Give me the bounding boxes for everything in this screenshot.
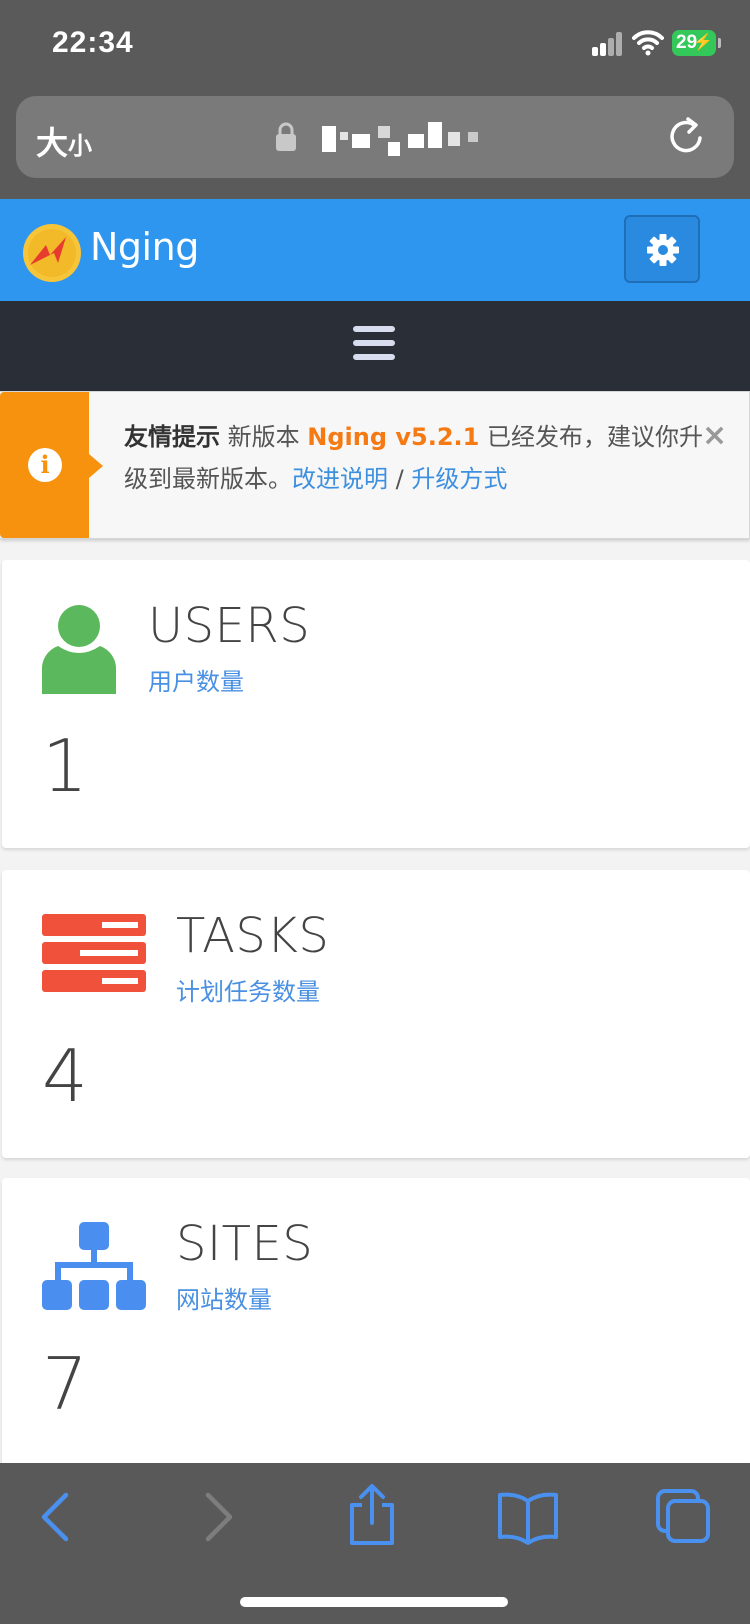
home-indicator[interactable] xyxy=(240,1597,508,1607)
browser-top-chrome: 22:34 29 ⚡ 大小 xyxy=(0,0,750,199)
app-brand[interactable]: Nging xyxy=(90,225,199,269)
battery-indicator: 29 ⚡ xyxy=(672,30,716,56)
bookmarks-icon[interactable] xyxy=(496,1487,560,1547)
charging-bolt-icon: ⚡ xyxy=(693,34,713,51)
alert-title: 友情提示 xyxy=(124,423,220,451)
cellular-signal-icon xyxy=(592,32,624,56)
alert-icon-box: i xyxy=(0,392,103,538)
text-size-button[interactable]: 大小 xyxy=(36,118,92,164)
status-time: 22:34 xyxy=(52,26,134,59)
user-icon xyxy=(42,605,116,694)
alert-text-1: 新版本 xyxy=(220,423,308,451)
nav-bar xyxy=(0,301,750,391)
nging-logo-icon[interactable] xyxy=(22,223,82,283)
stat-card-users[interactable]: USERS 用户数量 1 xyxy=(2,560,750,848)
stat-card-sites[interactable]: SITES 网站数量 7 xyxy=(2,1178,750,1466)
stat-card-tasks[interactable]: TASKS 计划任务数量 4 xyxy=(2,870,750,1158)
hamburger-menu-icon[interactable] xyxy=(353,326,395,364)
browser-toolbar xyxy=(0,1463,750,1624)
app-header: Nging xyxy=(0,199,750,301)
users-title: USERS xyxy=(148,598,311,654)
users-count: 1 xyxy=(42,724,88,808)
sitemap-icon xyxy=(42,1222,146,1310)
address-bar[interactable]: 大小 xyxy=(16,96,734,178)
server-icon xyxy=(42,914,146,992)
back-icon[interactable] xyxy=(28,1487,88,1547)
share-icon[interactable] xyxy=(342,1483,402,1547)
close-icon[interactable]: × xyxy=(702,418,727,453)
gear-icon xyxy=(647,234,679,266)
changelog-link[interactable]: 改进说明 xyxy=(292,465,388,493)
sites-title: SITES xyxy=(176,1216,314,1272)
upgrade-link[interactable]: 升级方式 xyxy=(411,465,507,493)
settings-button[interactable] xyxy=(624,215,700,283)
lock-icon xyxy=(276,122,296,151)
users-subtitle: 用户数量 xyxy=(148,668,244,696)
battery-cap xyxy=(718,38,721,48)
alert-version: Nging v5.2.1 xyxy=(307,423,480,451)
forward-icon[interactable] xyxy=(186,1487,246,1547)
tasks-count: 4 xyxy=(42,1034,88,1118)
info-icon: i xyxy=(28,448,62,482)
alert-separator: / xyxy=(388,465,412,493)
tabs-icon[interactable] xyxy=(654,1487,714,1547)
url-text-redacted[interactable] xyxy=(314,122,504,158)
tasks-subtitle: 计划任务数量 xyxy=(176,978,320,1006)
sites-subtitle: 网站数量 xyxy=(176,1286,272,1314)
alert-message: 友情提示 新版本 Nging v5.2.1 已经发布，建议你升级到最新版本。改进… xyxy=(124,416,704,500)
status-bar: 22:34 29 ⚡ xyxy=(0,0,750,90)
update-alert: i 友情提示 新版本 Nging v5.2.1 已经发布，建议你升级到最新版本。… xyxy=(0,391,750,539)
sites-count: 7 xyxy=(42,1342,88,1426)
reload-icon[interactable] xyxy=(664,114,710,160)
tasks-title: TASKS xyxy=(176,908,330,964)
wifi-icon xyxy=(632,30,664,56)
